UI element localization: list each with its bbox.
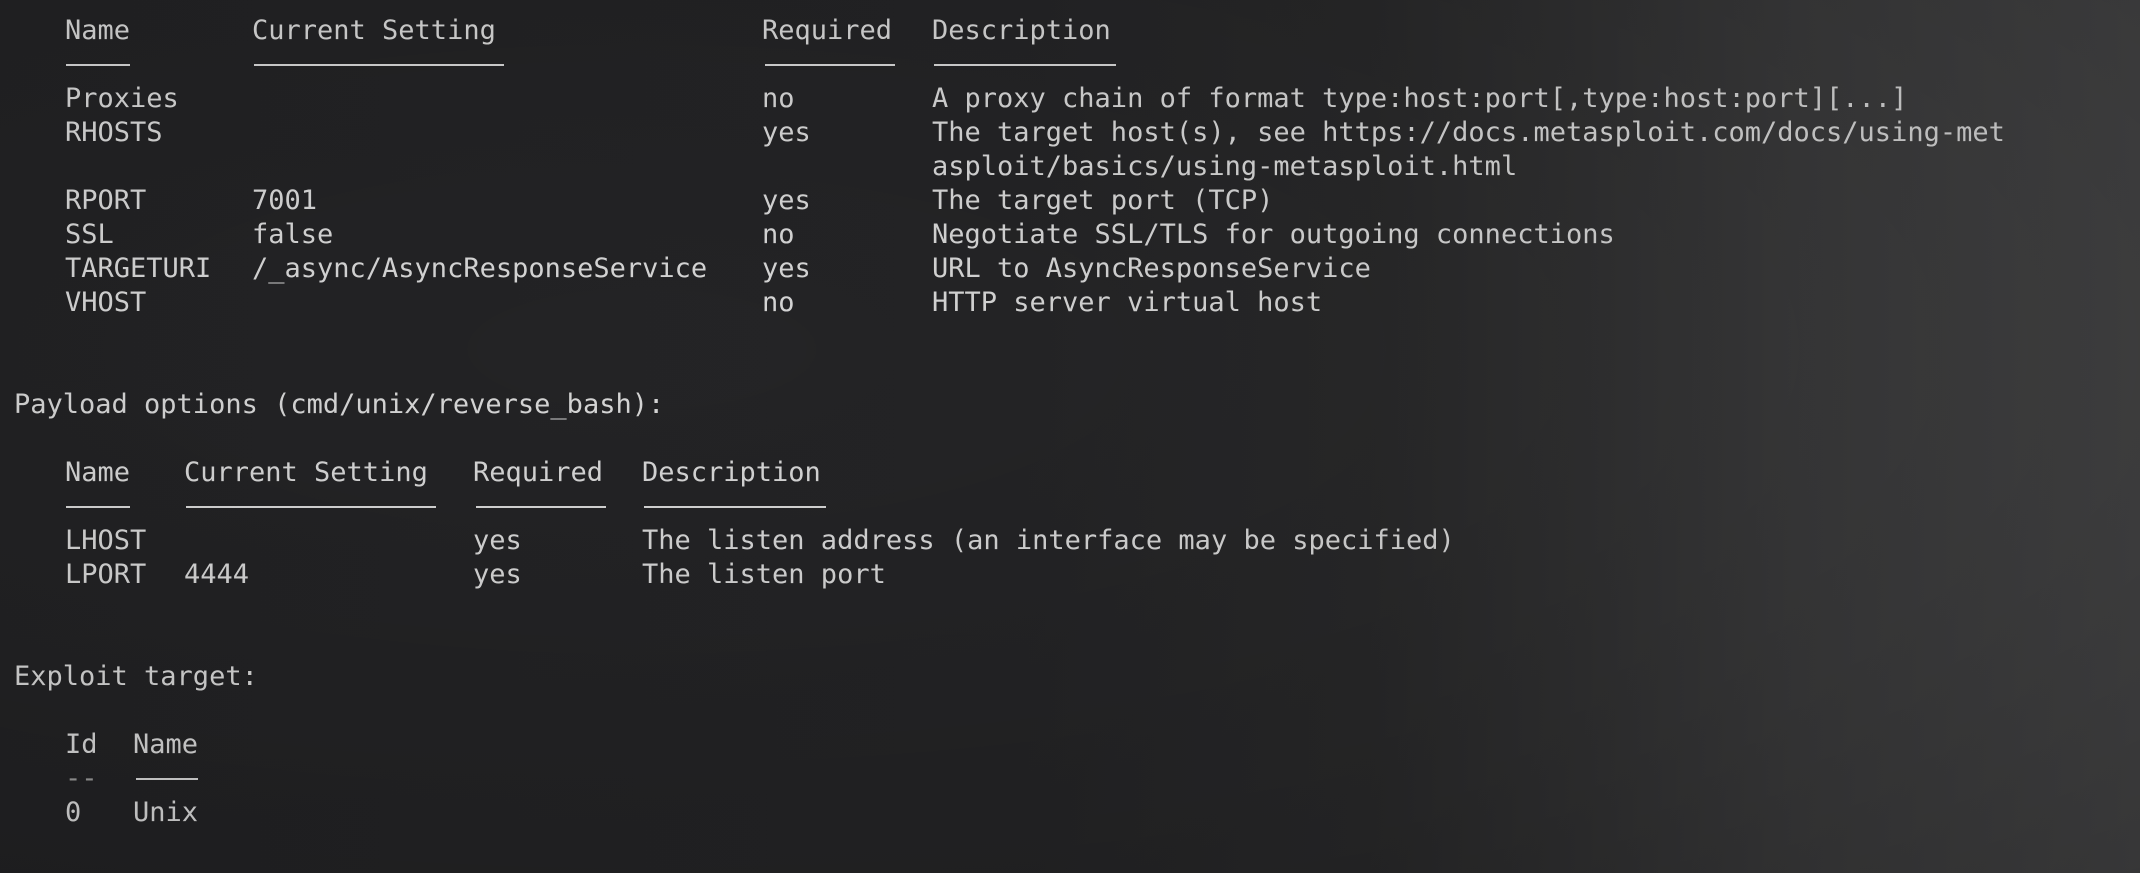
module-options-header-required: Required (762, 15, 893, 46)
option-setting: false (252, 219, 334, 250)
option-name: TARGETURI (65, 253, 212, 284)
payload-options-title: Payload options (cmd/unix/reverse_bash): (14, 389, 665, 420)
module-options-header-current-setting: Current Setting (252, 15, 496, 46)
option-description: Negotiate SSL/TLS for outgoing connectio… (932, 219, 1615, 250)
payload-options-header-description: Description (642, 457, 821, 488)
payload-options-header-required: Required (473, 457, 604, 488)
option-required: yes (762, 185, 811, 216)
option-description: The listen address (an interface may be … (642, 525, 1455, 556)
option-description-continued: asploit/basics/using-metasploit.html (932, 151, 1518, 182)
option-description: The target port (TCP) (932, 185, 1274, 216)
module-options-underline-current-setting (254, 64, 504, 66)
module-options-header-name: Name (65, 15, 131, 46)
option-name: SSL (65, 219, 114, 250)
module-options-underline-name (66, 64, 130, 66)
option-required: no (762, 287, 795, 318)
option-setting: 7001 (252, 185, 318, 216)
payload-options-header-current-setting: Current Setting (184, 457, 428, 488)
option-description: HTTP server virtual host (932, 287, 1323, 318)
option-setting: /_async/AsyncResponseService (252, 253, 708, 284)
payload-options-underline-description (644, 506, 826, 508)
module-options-header-description: Description (932, 15, 1111, 46)
exploit-target-underline-name (136, 778, 198, 780)
option-description: The listen port (642, 559, 886, 590)
option-required: yes (762, 253, 811, 284)
payload-options-underline-current-setting (186, 506, 436, 508)
option-description: URL to AsyncResponseService (932, 253, 1371, 284)
terminal-output: Name Current Setting Required Descriptio… (0, 0, 2140, 873)
option-name: LPORT (65, 559, 147, 590)
payload-options-underline-required (476, 506, 606, 508)
option-name: RPORT (65, 185, 147, 216)
target-id: 0 (65, 797, 82, 828)
option-description: A proxy chain of format type:host:port[,… (932, 83, 1908, 114)
payload-options-header-name: Name (65, 457, 131, 488)
option-required: no (762, 219, 795, 250)
option-description: The target host(s), see https://docs.met… (932, 117, 2005, 148)
option-required: yes (762, 117, 811, 148)
option-name: VHOST (65, 287, 147, 318)
option-required: yes (473, 559, 522, 590)
exploit-target-header-id: Id (65, 729, 98, 760)
option-required: yes (473, 525, 522, 556)
option-required: no (762, 83, 795, 114)
option-name: Proxies (65, 83, 179, 114)
option-name: LHOST (65, 525, 147, 556)
exploit-target-underline-id: -- (65, 763, 98, 794)
option-name: RHOSTS (65, 117, 163, 148)
exploit-target-header-name: Name (133, 729, 199, 760)
option-setting: 4444 (184, 559, 250, 590)
target-name: Unix (133, 797, 199, 828)
module-options-underline-description (934, 64, 1116, 66)
payload-options-underline-name (66, 506, 130, 508)
module-options-underline-required (765, 64, 895, 66)
exploit-target-title: Exploit target: (14, 661, 258, 692)
